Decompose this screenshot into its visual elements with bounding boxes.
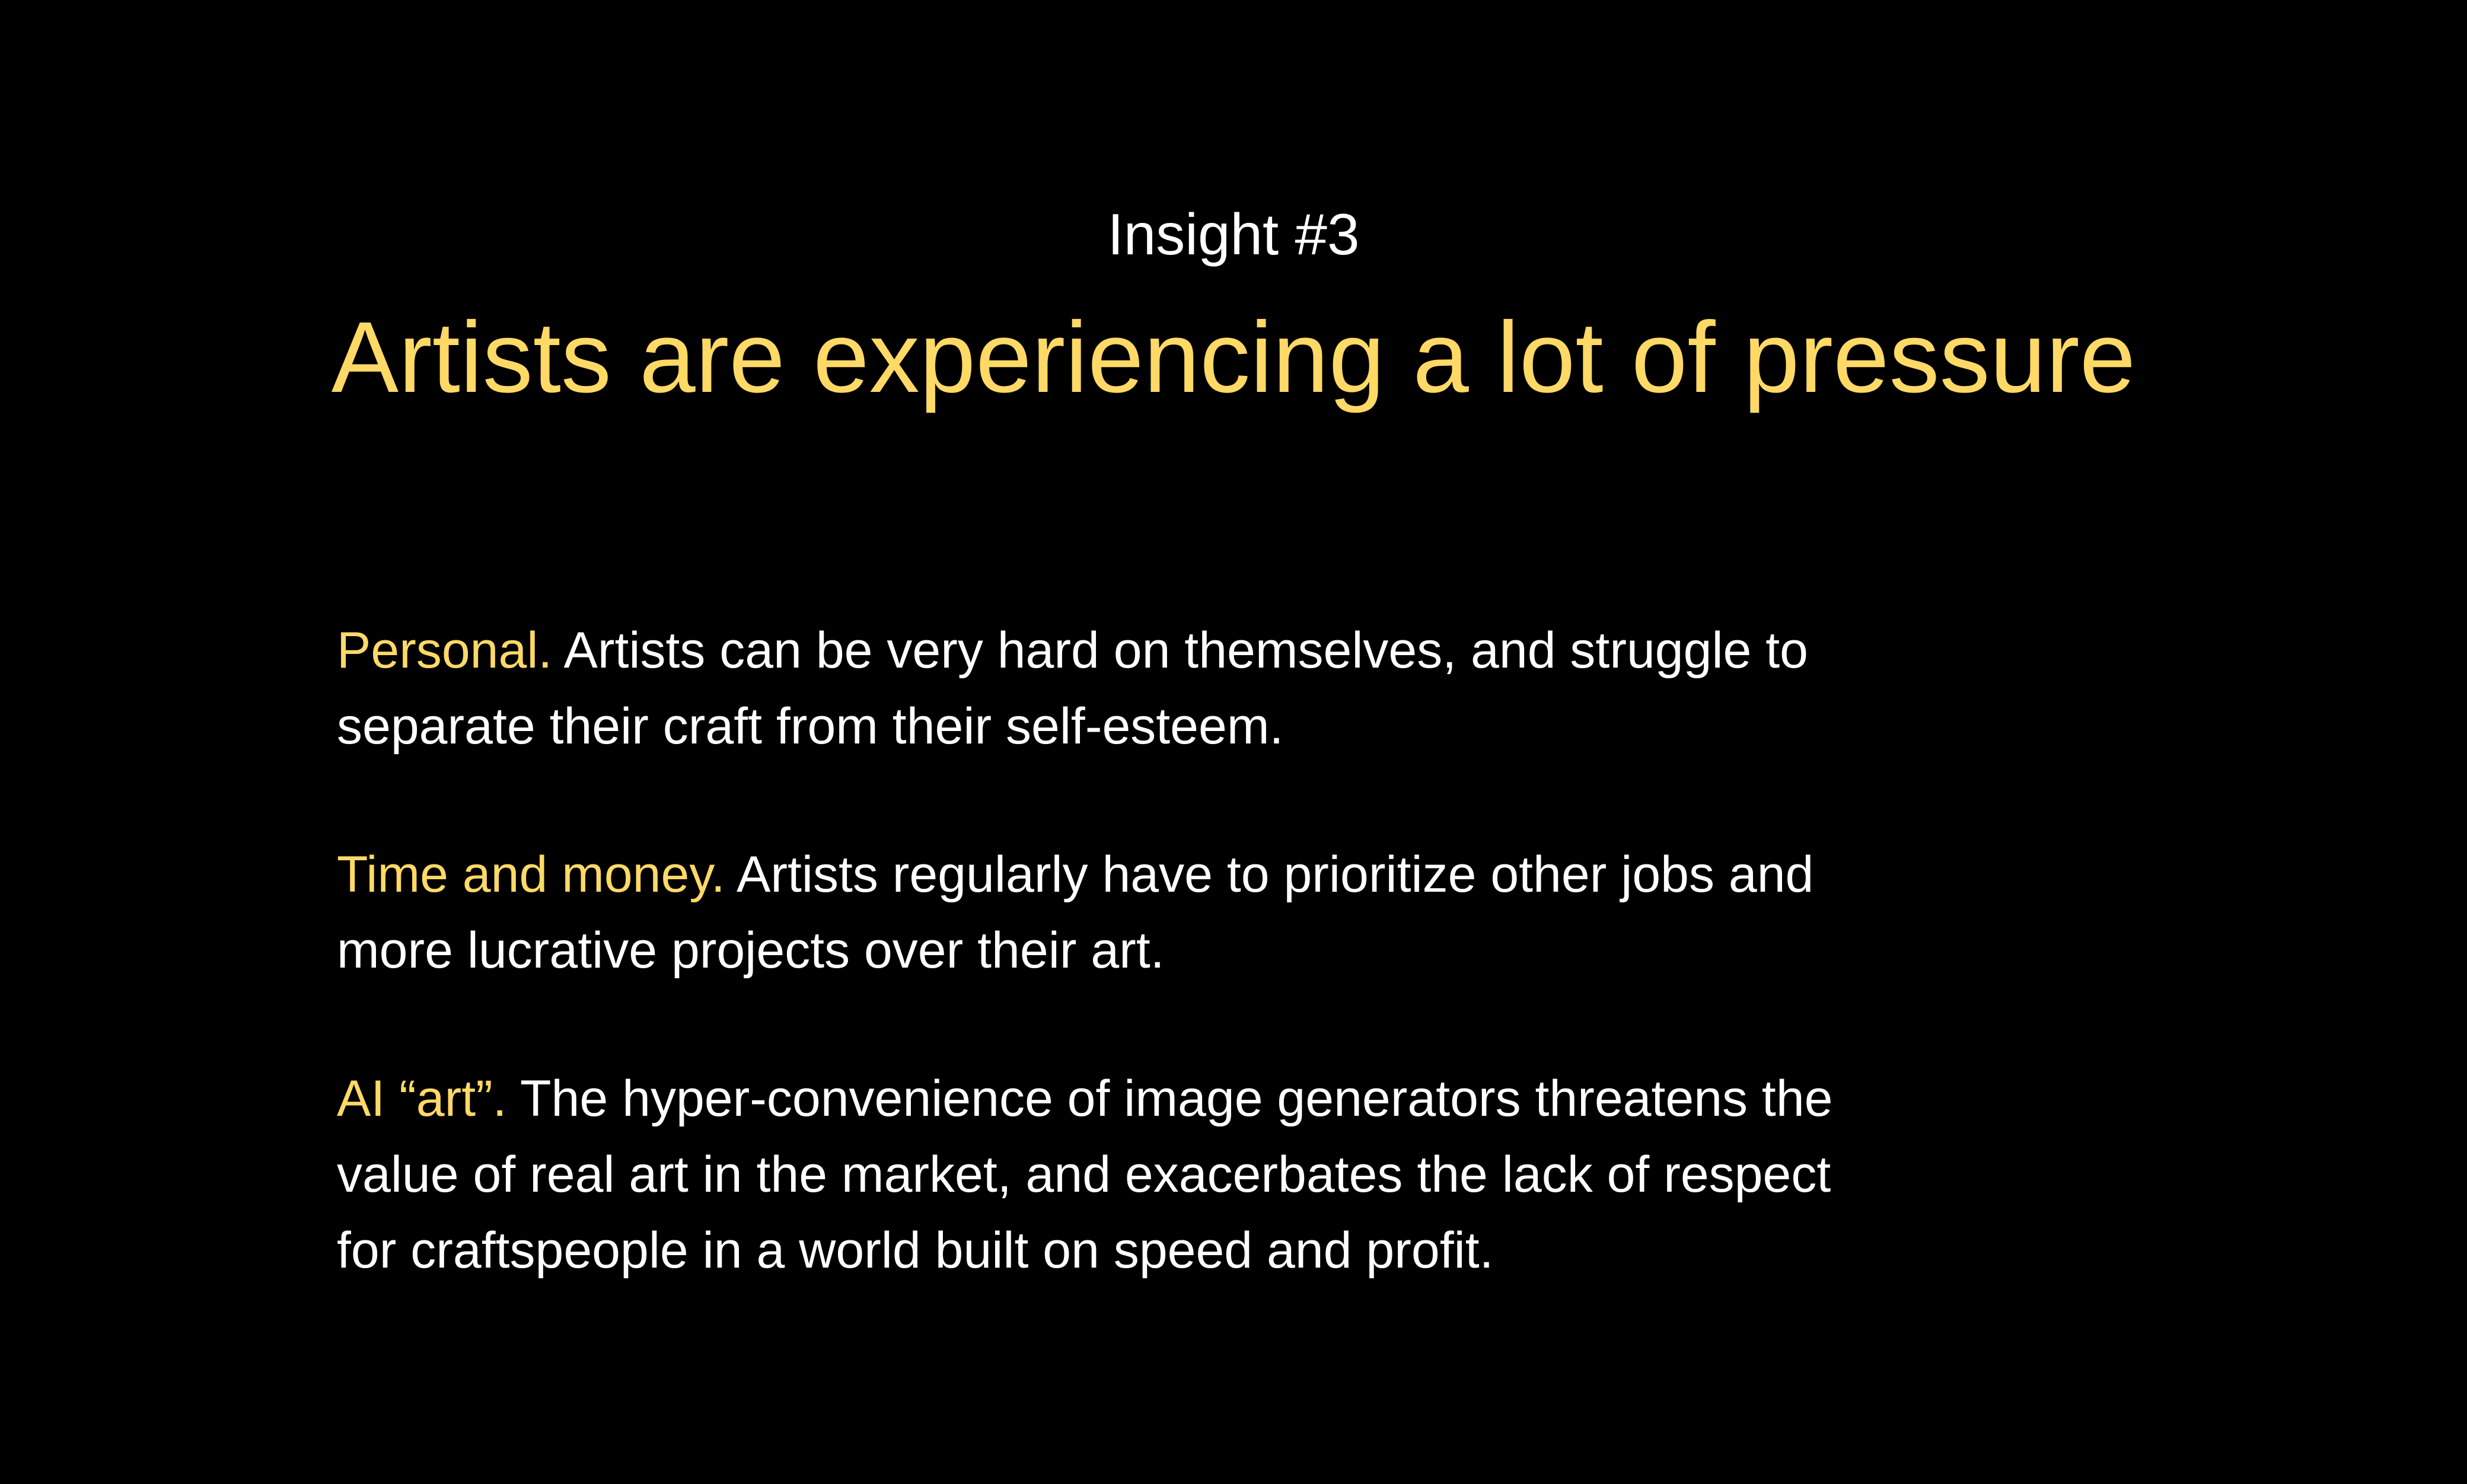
- paragraph-text: The hyper-convenience of image generator…: [337, 1070, 1833, 1279]
- slide: Insight #3 Artists are experiencing a lo…: [0, 0, 2467, 1484]
- paragraph-ai-art: AI “art”. The hyper-convenience of image…: [337, 1061, 1879, 1288]
- insight-body: Personal. Artists can be very hard on th…: [337, 612, 1879, 1361]
- paragraph-lead: Personal.: [337, 622, 553, 679]
- paragraph-text: Artists can be very hard on themselves, …: [337, 622, 1808, 755]
- paragraph-time-and-money: Time and money. Artists regularly have t…: [337, 837, 1879, 988]
- paragraph-lead: AI “art”.: [337, 1070, 507, 1127]
- insight-label: Insight #3: [1107, 202, 1360, 267]
- insight-headline: Artists are experiencing a lot of pressu…: [331, 301, 2136, 414]
- paragraph-lead: Time and money.: [337, 846, 725, 903]
- paragraph-personal: Personal. Artists can be very hard on th…: [337, 612, 1879, 764]
